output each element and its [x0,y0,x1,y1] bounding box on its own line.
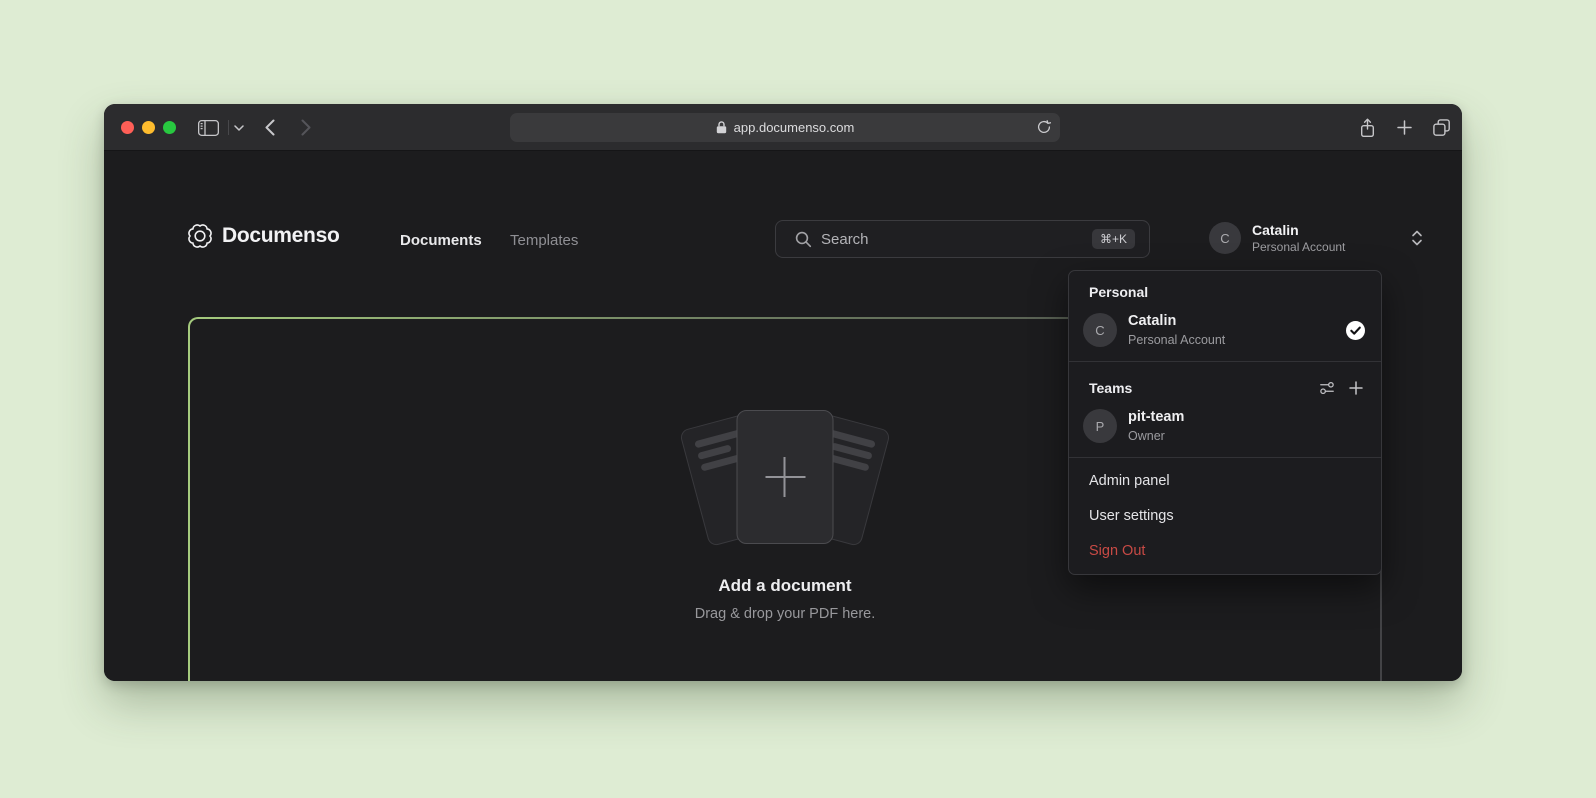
forward-icon[interactable] [298,104,314,151]
browser-window: app.documenso.com [104,104,1462,681]
menu-separator [1069,457,1381,458]
dropzone-subtitle: Drag & drop your PDF here. [695,606,876,622]
tab-group-chevron-icon[interactable] [232,104,246,151]
account-subtitle: Personal Account [1252,241,1345,253]
team-role: Owner [1128,430,1184,443]
plus-icon [765,457,805,497]
minimize-window-button[interactable] [142,121,155,134]
url-text: app.documenso.com [734,120,855,135]
nav-documents[interactable]: Documents [400,232,482,249]
document-card-center [737,410,834,544]
chevrons-up-down-icon [1411,230,1423,246]
menu-item-sign-out[interactable]: Sign Out [1069,533,1381,568]
teams-label-text: Teams [1089,380,1132,396]
tab-overview-icon[interactable] [1431,104,1451,151]
search-box[interactable]: ⌘+K [775,220,1150,258]
refresh-icon[interactable] [1037,120,1051,134]
menu-item-admin-panel[interactable]: Admin panel [1069,463,1381,498]
search-input[interactable] [821,231,1092,248]
personal-section-label: Personal [1069,271,1381,306]
toolbar-divider [228,120,229,135]
menu-item-user-settings[interactable]: User settings [1069,498,1381,533]
account-name: Catalin [1252,223,1345,237]
address-bar[interactable]: app.documenso.com [510,113,1060,142]
browser-toolbar: app.documenso.com [104,104,1462,151]
nav-templates[interactable]: Templates [510,232,578,249]
personal-account-row[interactable]: C Catalin Personal Account [1069,306,1381,356]
zoom-window-button[interactable] [163,121,176,134]
app-content: Documenso Documents Templates ⌘+K C Cata… [104,151,1462,681]
search-icon [795,231,812,248]
personal-name: Catalin [1128,314,1225,329]
account-dropdown-menu: Personal C Catalin Personal Account Team… [1068,270,1382,575]
team-name: pit-team [1128,410,1184,425]
sidebar-toggle-icon[interactable] [196,104,220,151]
documenso-logo-icon [188,224,212,248]
account-avatar: C [1209,222,1241,254]
close-window-button[interactable] [121,121,134,134]
lock-icon [716,121,727,134]
brand-name: Documenso [222,224,340,248]
back-icon[interactable] [262,104,278,151]
new-tab-icon[interactable] [1395,104,1413,151]
documenso-logo[interactable]: Documenso [188,224,340,248]
dropzone-title: Add a document [718,576,851,596]
document-stack-illustration [678,404,892,552]
personal-subtitle: Personal Account [1128,334,1225,347]
search-shortcut-badge: ⌘+K [1092,229,1135,249]
team-avatar: P [1083,409,1117,443]
add-team-icon[interactable] [1349,381,1363,395]
traffic-lights [121,121,176,134]
share-icon[interactable] [1358,104,1376,151]
teams-section-label: Teams [1069,367,1381,402]
team-row[interactable]: P pit-team Owner [1069,402,1381,452]
account-menu-button[interactable]: C Catalin Personal Account [1209,222,1423,254]
personal-avatar: C [1083,313,1117,347]
manage-teams-icon[interactable] [1319,380,1335,396]
check-circle-icon [1346,321,1365,340]
menu-separator [1069,361,1381,362]
